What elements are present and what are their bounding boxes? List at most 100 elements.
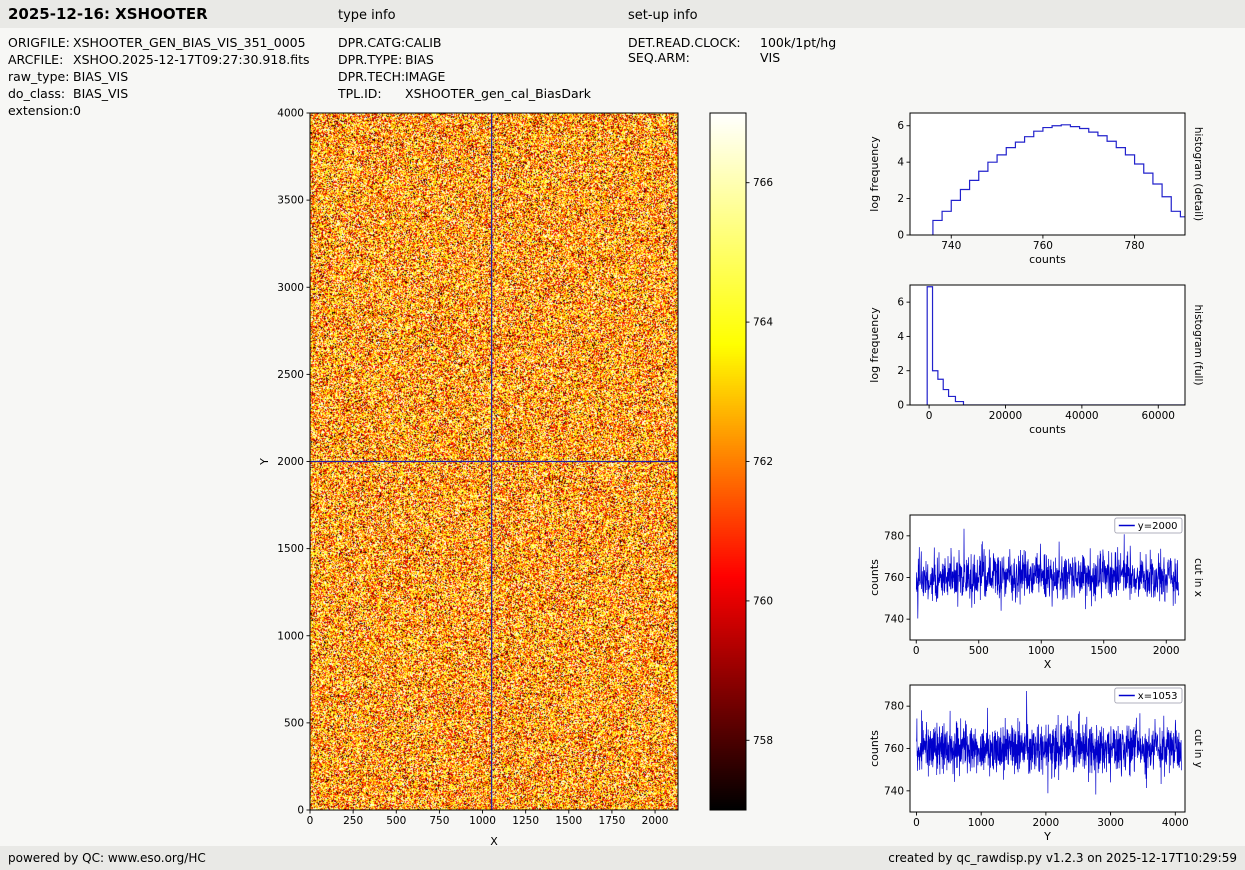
hist_detail-step-line [933, 125, 1199, 235]
origfile-value: XSHOOTER_GEN_BIAS_VIS_351_0005 [73, 35, 306, 50]
svg-text:760: 760 [753, 595, 773, 607]
origfile-label: ORIGFILE: [8, 35, 73, 50]
svg-text:500: 500 [969, 645, 989, 657]
svg-text:cut in y: cut in y [1192, 729, 1204, 768]
svg-text:0: 0 [913, 817, 920, 829]
doclass-value: BIAS_VIS [73, 86, 128, 101]
svg-text:x=1053: x=1053 [1138, 691, 1178, 702]
type-info-heading: type info [338, 8, 396, 23]
file-info-row: raw_type:BIAS_VIS [8, 69, 128, 84]
svg-text:740: 740 [884, 614, 904, 626]
svg-text:0: 0 [297, 805, 304, 817]
footer-created-by: created by qc_rawdisp.py v1.2.3 on 2025-… [888, 851, 1237, 865]
svg-text:counts: counts [868, 730, 881, 767]
svg-text:760: 760 [1033, 240, 1053, 252]
svg-text:3000: 3000 [1097, 817, 1124, 829]
svg-text:780: 780 [884, 530, 904, 542]
svg-text:1000: 1000 [1028, 645, 1055, 657]
type-info-row: DPR.CATG:CALIB [338, 35, 442, 50]
svg-text:Y: Y [1043, 830, 1051, 843]
svg-text:2000: 2000 [1153, 645, 1180, 657]
svg-text:log frequency: log frequency [868, 136, 881, 212]
svg-text:counts: counts [1029, 423, 1066, 436]
svg-text:6: 6 [897, 297, 904, 309]
cut-y-plot: 01000200030004000740760780Ycountscut in … [868, 685, 1204, 843]
svg-text:740: 740 [884, 785, 904, 797]
type-info-row: DPR.TECH:IMAGE [338, 69, 445, 84]
svg-text:750: 750 [429, 815, 449, 827]
doclass-label: do_class: [8, 86, 73, 101]
page-title: 2025-12-16: XSHOOTER [8, 5, 208, 23]
svg-text:y=2000: y=2000 [1138, 521, 1178, 532]
svg-text:500: 500 [386, 815, 406, 827]
svg-text:2: 2 [897, 365, 904, 377]
bias-frame-image [310, 113, 678, 810]
read-clock-value: 100k/1pt/hg [760, 35, 836, 50]
hist-full-plot: 02000040000600000246countslog frequencyh… [868, 285, 1204, 436]
svg-text:0: 0 [307, 815, 314, 827]
svg-text:0: 0 [897, 400, 904, 412]
setup-info-row: DET.READ.CLOCK:100k/1pt/hg [628, 35, 836, 50]
svg-text:1000: 1000 [968, 817, 995, 829]
svg-text:1750: 1750 [599, 815, 626, 827]
svg-text:780: 780 [1125, 240, 1145, 252]
svg-text:1500: 1500 [1090, 645, 1117, 657]
svg-text:counts: counts [868, 559, 881, 596]
cut_x-noise-line [916, 529, 1179, 619]
svg-text:740: 740 [941, 240, 961, 252]
svg-text:6: 6 [897, 120, 904, 132]
hist-detail-plot: 7407607800246countslog frequencyhistogra… [868, 113, 1204, 266]
svg-text:0: 0 [913, 645, 920, 657]
file-info-row: extension:0 [8, 103, 81, 118]
dpr-catg-label: DPR.CATG: [338, 35, 405, 50]
arcfile-label: ARCFILE: [8, 52, 73, 67]
colorbar [710, 113, 746, 810]
svg-text:1000: 1000 [469, 815, 496, 827]
file-info-row: ORIGFILE:XSHOOTER_GEN_BIAS_VIS_351_0005 [8, 35, 306, 50]
rawtype-value: BIAS_VIS [73, 69, 128, 84]
svg-text:1500: 1500 [277, 543, 304, 555]
svg-text:3500: 3500 [277, 195, 304, 207]
svg-text:1000: 1000 [277, 630, 304, 642]
cut-x-plot: 0500100015002000740760780Xcountscut in x… [868, 515, 1204, 671]
svg-text:counts: counts [1029, 253, 1066, 266]
setup-info-row: SEQ.ARM:VIS [628, 50, 780, 65]
tpl-id-value: XSHOOTER_gen_cal_BiasDark [405, 86, 591, 101]
dpr-tech-label: DPR.TECH: [338, 69, 405, 84]
svg-text:762: 762 [753, 456, 773, 468]
svg-text:4000: 4000 [277, 108, 304, 120]
rawtype-label: raw_type: [8, 69, 73, 84]
svg-text:2000: 2000 [1033, 817, 1060, 829]
svg-text:2000: 2000 [277, 456, 304, 468]
svg-text:4: 4 [897, 331, 904, 343]
svg-text:2500: 2500 [277, 369, 304, 381]
svg-text:4: 4 [897, 157, 904, 169]
seq-arm-label: SEQ.ARM: [628, 50, 760, 65]
svg-text:X: X [1044, 658, 1052, 671]
svg-text:2000: 2000 [642, 815, 669, 827]
svg-text:780: 780 [884, 701, 904, 713]
file-info-row: ARCFILE:XSHOO.2025-12-17T09:27:30.918.fi… [8, 52, 310, 67]
dpr-tech-value: IMAGE [405, 69, 445, 84]
file-info-row: do_class:BIAS_VIS [8, 86, 128, 101]
svg-text:1500: 1500 [555, 815, 582, 827]
dpr-type-label: DPR.TYPE: [338, 52, 405, 67]
svg-text:0: 0 [926, 410, 933, 422]
hist_full-step-line [927, 287, 1185, 405]
svg-text:histogram (full): histogram (full) [1192, 305, 1204, 386]
svg-text:766: 766 [753, 177, 773, 189]
type-info-row: DPR.TYPE:BIAS [338, 52, 434, 67]
svg-text:20000: 20000 [989, 410, 1022, 422]
footer-qc-link: powered by QC: www.eso.org/HC [8, 851, 206, 865]
svg-text:0: 0 [897, 230, 904, 242]
svg-text:760: 760 [884, 743, 904, 755]
arcfile-value: XSHOO.2025-12-17T09:27:30.918.fits [73, 52, 310, 67]
svg-text:Y: Y [258, 458, 271, 466]
svg-text:500: 500 [284, 717, 304, 729]
svg-text:1250: 1250 [512, 815, 539, 827]
svg-text:cut in x: cut in x [1192, 558, 1204, 597]
read-clock-label: DET.READ.CLOCK: [628, 35, 760, 50]
extension-value: 0 [73, 103, 81, 118]
svg-text:758: 758 [753, 735, 773, 747]
svg-text:2: 2 [897, 193, 904, 205]
